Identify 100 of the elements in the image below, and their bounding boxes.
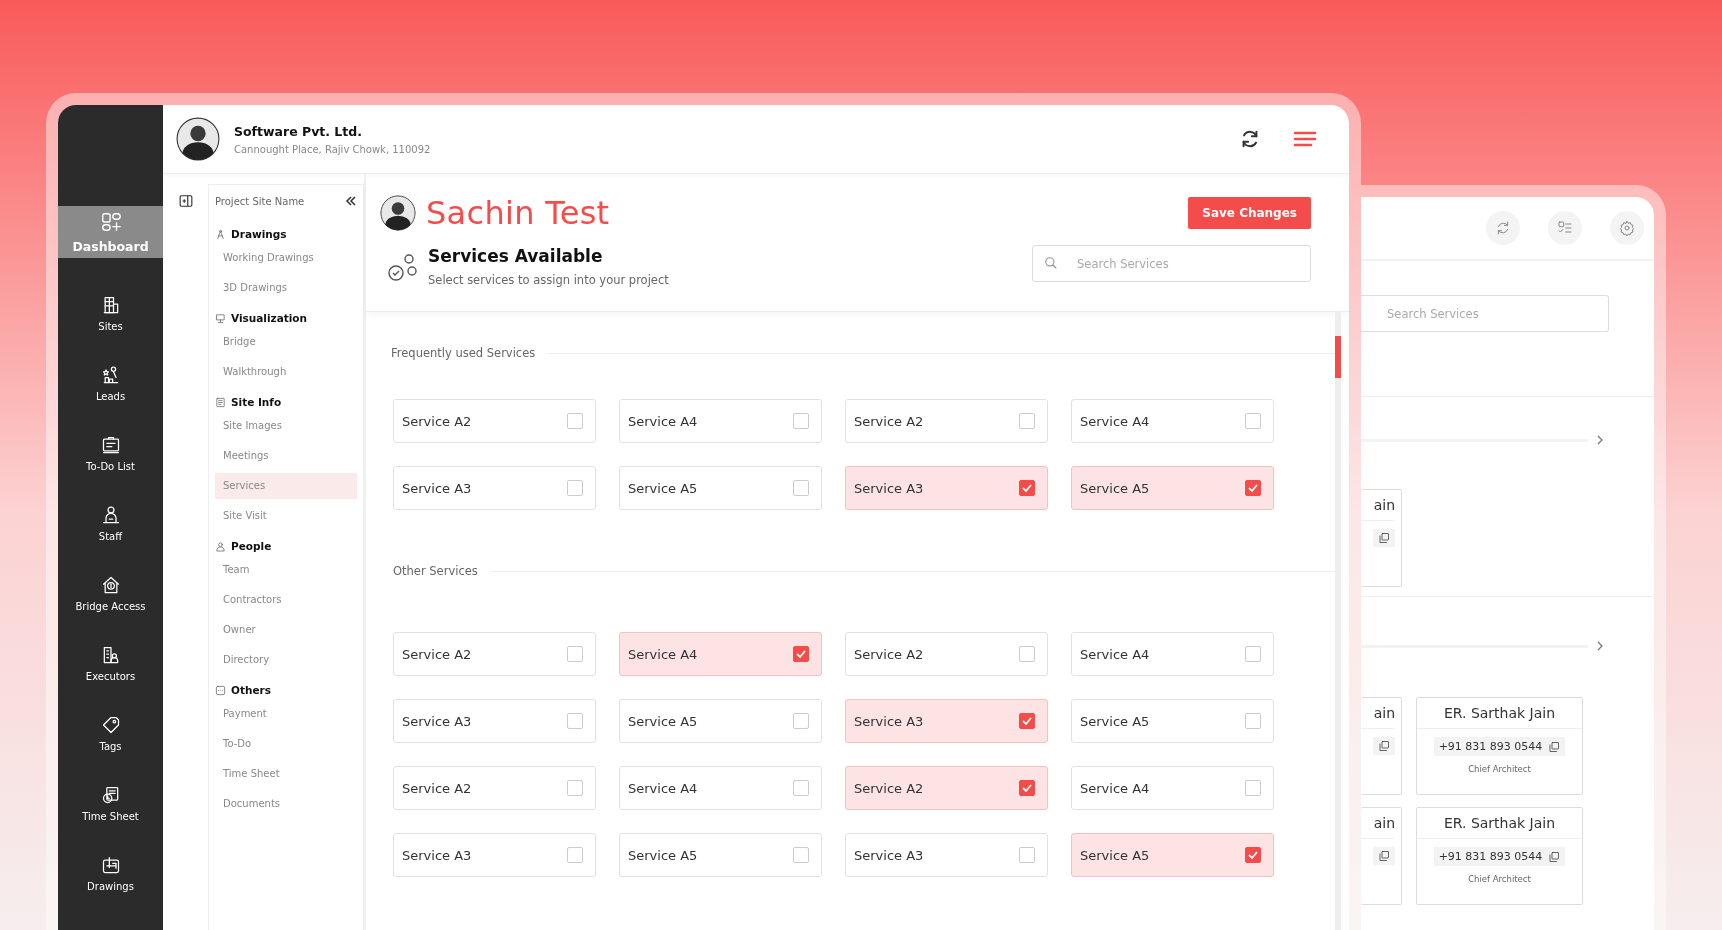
toolbar-button[interactable]: [1486, 211, 1520, 245]
sidebar-item[interactable]: To-Do List: [58, 418, 163, 488]
service-option[interactable]: Service A5: [1071, 699, 1274, 743]
panel-item[interactable]: Payment: [215, 701, 357, 727]
sidebar-item[interactable]: Staff: [58, 488, 163, 558]
checkbox[interactable]: [1019, 713, 1035, 729]
sidebar-item[interactable]: Leads: [58, 348, 163, 418]
checkbox[interactable]: [1245, 713, 1261, 729]
sidebar-item[interactable]: Executors: [58, 628, 163, 698]
panel-item[interactable]: Site Images: [215, 413, 357, 439]
checkbox[interactable]: [1245, 413, 1261, 429]
service-option[interactable]: Service A3: [393, 699, 596, 743]
service-option[interactable]: Service A2: [393, 766, 596, 810]
checkbox[interactable]: [567, 413, 583, 429]
check-icon: [1247, 482, 1259, 494]
service-option[interactable]: Service A5: [619, 833, 822, 877]
sidebar-item[interactable]: Tags: [58, 698, 163, 768]
checkbox[interactable]: [1019, 646, 1035, 662]
check-icon: [1021, 482, 1033, 494]
service-option[interactable]: Service A2: [393, 399, 596, 443]
service-option[interactable]: Service A4: [1071, 632, 1274, 676]
service-option[interactable]: Service A3: [845, 466, 1048, 510]
compass-icon: [215, 228, 226, 240]
panel-toggle-icon[interactable]: [178, 194, 193, 208]
panel-item[interactable]: Bridge: [215, 329, 357, 355]
checkbox[interactable]: [1019, 847, 1035, 863]
service-option[interactable]: Service A4: [1071, 766, 1274, 810]
service-option[interactable]: Service A5: [619, 699, 822, 743]
service-option[interactable]: Service A2: [845, 632, 1048, 676]
service-option[interactable]: Service A3: [845, 833, 1048, 877]
check-icon: [1021, 715, 1033, 727]
service-option[interactable]: Service A2: [845, 399, 1048, 443]
search-field[interactable]: Search Services: [1032, 245, 1311, 282]
service-option[interactable]: Service A4: [619, 766, 822, 810]
service-option[interactable]: Service A3: [393, 833, 596, 877]
service-option[interactable]: Service A2: [393, 632, 596, 676]
panel-item[interactable]: Directory: [215, 647, 357, 673]
checkbox[interactable]: [1245, 646, 1261, 662]
menu-icon[interactable]: [1293, 131, 1317, 147]
panel-item[interactable]: Team: [215, 557, 357, 583]
checkbox[interactable]: [793, 780, 809, 796]
group-heading: Drawings: [231, 228, 287, 240]
panel-item[interactable]: Owner: [215, 617, 357, 643]
chevron-icon[interactable]: [1596, 641, 1604, 651]
panel-item[interactable]: Walkthrough: [215, 359, 357, 385]
chevron-icon[interactable]: [1596, 435, 1604, 445]
checkbox[interactable]: [567, 480, 583, 496]
search-field[interactable]: Search Services: [1361, 295, 1609, 332]
toolbar-button[interactable]: [1610, 211, 1644, 245]
service-option[interactable]: Service A4: [1071, 399, 1274, 443]
person-icon: [100, 364, 121, 385]
section-title: Services Available: [428, 246, 604, 266]
checkbox[interactable]: [793, 847, 809, 863]
copy-icon[interactable]: [1548, 850, 1561, 863]
checkbox[interactable]: [1019, 480, 1035, 496]
service-option[interactable]: Service A3: [393, 466, 596, 510]
group-heading: Others: [231, 684, 271, 696]
checkbox[interactable]: [793, 480, 809, 496]
panel-item[interactable]: To-Do: [215, 731, 357, 757]
save-button[interactable]: Save Changes: [1188, 197, 1311, 229]
scrollbar[interactable]: [1335, 312, 1341, 930]
panel-item[interactable]: Meetings: [215, 443, 357, 469]
document-icon: [215, 396, 226, 408]
house-icon: [100, 574, 121, 595]
toolbar-button[interactable]: [1548, 211, 1582, 245]
copy-icon[interactable]: [1378, 740, 1390, 752]
checkbox[interactable]: [1245, 780, 1261, 796]
copy-icon[interactable]: [1378, 532, 1390, 544]
service-option[interactable]: Service A4: [619, 399, 822, 443]
checkbox[interactable]: [1245, 847, 1261, 863]
service-option[interactable]: Service A3: [845, 699, 1048, 743]
copy-icon[interactable]: [1548, 740, 1561, 753]
checkbox[interactable]: [567, 713, 583, 729]
panel-item[interactable]: Site Visit: [215, 503, 357, 529]
checkbox[interactable]: [1245, 480, 1261, 496]
collapse-icon[interactable]: [345, 195, 357, 207]
panel-item[interactable]: Working Drawings: [215, 245, 357, 271]
panel-item[interactable]: Time Sheet: [215, 761, 357, 787]
sidebar-item[interactable]: Time Sheet: [58, 768, 163, 838]
panel-item[interactable]: Documents: [215, 791, 357, 817]
copy-icon[interactable]: [1378, 850, 1390, 862]
service-option[interactable]: Service A2: [845, 766, 1048, 810]
service-option[interactable]: Service A5: [619, 466, 822, 510]
checkbox[interactable]: [1019, 780, 1035, 796]
checkbox[interactable]: [793, 713, 809, 729]
checkbox[interactable]: [567, 847, 583, 863]
service-option[interactable]: Service A5: [1071, 833, 1274, 877]
sidebar-item[interactable]: Sites: [58, 278, 163, 348]
panel-item[interactable]: Contractors: [215, 587, 357, 613]
panel-item[interactable]: 3D Drawings: [215, 275, 357, 301]
checkbox[interactable]: [793, 646, 809, 662]
checkbox[interactable]: [793, 413, 809, 429]
checkbox[interactable]: [567, 780, 583, 796]
contact-name: ain: [1361, 808, 1395, 839]
service-option[interactable]: Service A5: [1071, 466, 1274, 510]
sidebar-item[interactable]: Bridge Access: [58, 558, 163, 628]
checkbox[interactable]: [567, 646, 583, 662]
sidebar-item[interactable]: Drawings: [58, 838, 163, 908]
checkbox[interactable]: [1019, 413, 1035, 429]
service-option[interactable]: Service A4: [619, 632, 822, 676]
